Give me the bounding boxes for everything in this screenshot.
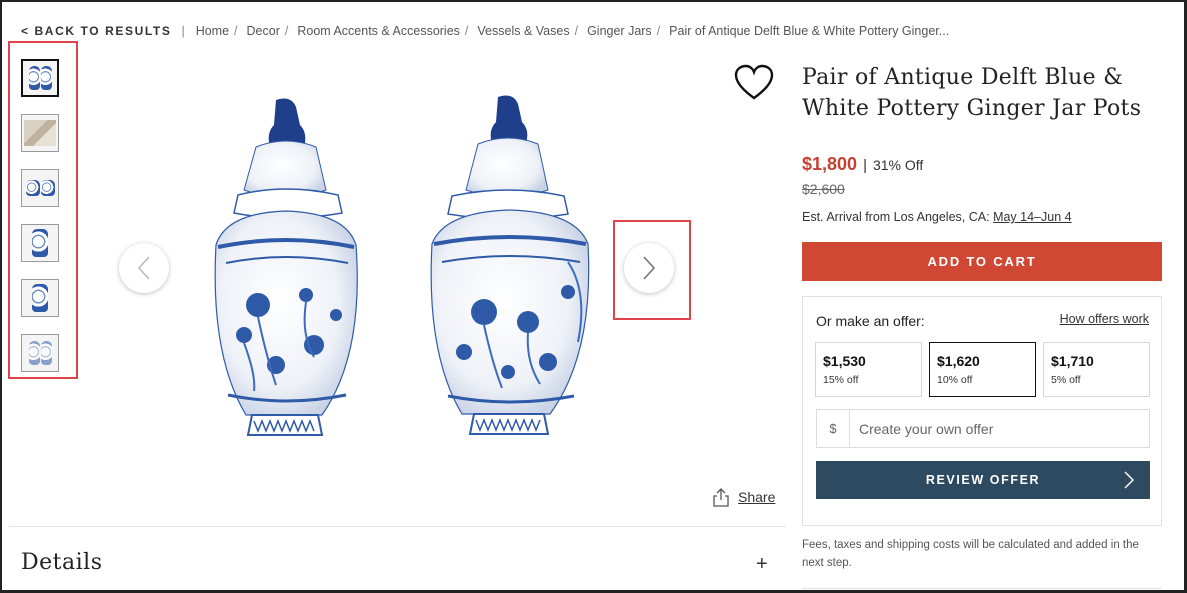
offer-percent: 10% off (937, 374, 973, 386)
breadcrumb-divider: | (181, 24, 185, 38)
make-offer-panel: Or make an offer: How offers work $1,530… (802, 296, 1162, 526)
review-offer-button[interactable]: REVIEW OFFER (816, 461, 1150, 499)
breadcrumb-separator: / (464, 24, 469, 38)
thumbnail-strip (8, 41, 78, 379)
custom-offer-input[interactable] (850, 410, 1149, 447)
add-to-cart-button[interactable]: ADD TO CART (802, 242, 1162, 281)
jar-image (28, 66, 40, 90)
back-to-results-link[interactable]: < BACK TO RESULTS (21, 24, 171, 38)
breadcrumb-separator: / (574, 24, 579, 38)
next-image-button[interactable] (624, 243, 674, 293)
sale-price: $1,800 (802, 154, 858, 174)
thumbnail-1[interactable] (21, 59, 59, 97)
fees-note: Fees, taxes and shipping costs will be c… (802, 539, 1139, 569)
price-row: $1,800 | 31% Off (802, 154, 923, 175)
share-link[interactable]: Share (712, 487, 775, 507)
jar-image (32, 229, 48, 257)
arrival-prefix: Est. Arrival from Los Angeles, CA: (802, 210, 990, 224)
estimated-arrival: Est. Arrival from Los Angeles, CA: May 1… (802, 210, 1072, 224)
details-expand-icon[interactable]: + (756, 554, 768, 574)
review-offer-label: REVIEW OFFER (925, 473, 1041, 487)
offer-amount: $1,620 (937, 353, 980, 369)
jar-image (32, 284, 48, 312)
share-icon (713, 488, 729, 507)
jar-image (40, 66, 52, 90)
chevron-left-icon (137, 256, 150, 280)
offer-amount: $1,710 (1051, 353, 1094, 369)
product-title: Pair of Antique Delft Blue & White Potte… (802, 65, 1142, 121)
previous-image-button[interactable] (119, 243, 169, 293)
breadcrumb-item-ginger-jars[interactable]: Ginger Jars (587, 24, 652, 38)
original-price: $2,600 (802, 181, 845, 197)
chevron-right-icon (1124, 471, 1134, 489)
heart-icon (734, 64, 774, 100)
thumbnail-5[interactable] (21, 279, 59, 317)
thumbnail-4[interactable] (21, 224, 59, 262)
breadcrumb-item-room-accents[interactable]: Room Accents & Accessories (297, 24, 460, 38)
details-heading[interactable]: Details (21, 550, 102, 575)
offer-option-3[interactable]: $1,710 5% off (1043, 342, 1150, 397)
arrival-date-link[interactable]: May 14–Jun 4 (993, 210, 1072, 224)
jar-image (25, 180, 40, 196)
offer-option-2[interactable]: $1,620 10% off (929, 342, 1036, 397)
breadcrumb-separator: / (656, 24, 661, 38)
offer-percent: 5% off (1051, 374, 1081, 386)
breadcrumb-item-home[interactable]: Home (196, 24, 229, 38)
jar-lid-closeup-image (24, 120, 56, 146)
section-divider (9, 526, 786, 527)
currency-symbol: $ (817, 410, 850, 447)
chevron-right-icon (643, 256, 656, 280)
offer-percent: 15% off (823, 374, 859, 386)
jar-image (40, 180, 55, 196)
price-separator: | (863, 157, 867, 174)
favorite-button[interactable] (734, 64, 774, 102)
offer-amount: $1,530 (823, 353, 866, 369)
offer-label: Or make an offer: (816, 313, 925, 329)
main-product-image-right-jar (418, 92, 598, 442)
custom-offer-field: $ (816, 409, 1150, 448)
share-label: Share (738, 489, 776, 505)
breadcrumb: < BACK TO RESULTS | Home / Decor / Room … (21, 22, 949, 40)
breadcrumb-item-decor[interactable]: Decor (247, 24, 280, 38)
thumbnail-2[interactable] (21, 114, 59, 152)
section-divider (802, 588, 1162, 589)
jar-image (40, 341, 52, 365)
thumbnail-3[interactable] (21, 169, 59, 207)
offer-option-1[interactable]: $1,530 15% off (815, 342, 922, 397)
main-product-image-left-jar (196, 95, 376, 445)
breadcrumb-separator: / (284, 24, 289, 38)
jar-image (28, 341, 40, 365)
breadcrumb-item-current: Pair of Antique Delft Blue & White Potte… (669, 24, 950, 38)
breadcrumb-separator: / (234, 24, 238, 38)
discount-label: 31% Off (872, 157, 924, 173)
breadcrumb-item-vessels-vases[interactable]: Vessels & Vases (477, 24, 569, 38)
how-offers-work-link[interactable]: How offers work (1060, 312, 1149, 326)
thumbnail-6[interactable] (21, 334, 59, 372)
